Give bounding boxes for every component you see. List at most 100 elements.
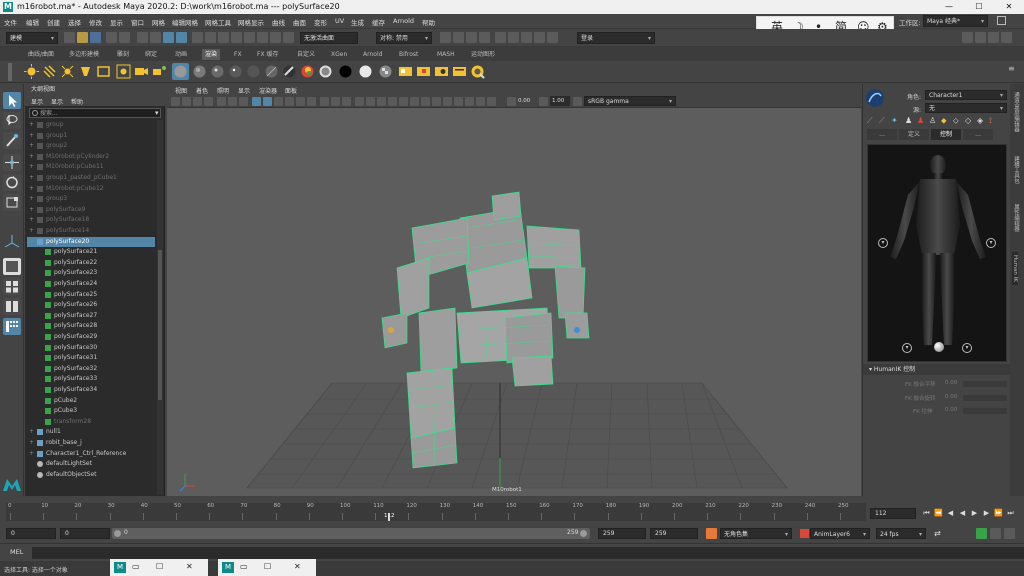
expand-toggle-icon[interactable]: +	[29, 152, 35, 163]
menu-uv[interactable]: UV	[335, 17, 344, 25]
modeling-toolkit-icon[interactable]	[962, 32, 973, 43]
outliner-row[interactable]: + Character1_Ctrl_Reference	[27, 449, 155, 460]
rotate-tool-icon[interactable]	[3, 174, 21, 191]
save-scene-icon[interactable]	[90, 32, 101, 43]
search-options-icon[interactable]: ▾	[155, 109, 159, 117]
wireframe-on-shaded-icon[interactable]	[252, 97, 261, 106]
select-dynamics-icon[interactable]	[257, 32, 268, 43]
lock-workspace-icon[interactable]	[997, 16, 1006, 25]
shadows-icon[interactable]	[307, 97, 316, 106]
render-current-icon[interactable]	[508, 32, 519, 43]
outliner-row[interactable]: polySurface25	[27, 290, 155, 301]
animation-end-field[interactable]: 259	[650, 528, 698, 539]
phong-e-icon[interactable]	[246, 64, 261, 79]
viewport-menu-show[interactable]: 显示	[238, 86, 250, 95]
attribute-editor-icon[interactable]	[975, 32, 986, 43]
outliner-row[interactable]: + group3	[27, 194, 155, 205]
pin-translate-icon[interactable]: ◇	[965, 116, 971, 125]
step-back-key-icon[interactable]: ⏪	[934, 509, 943, 518]
tab-custom[interactable]: 自定义	[294, 49, 318, 60]
blinn-icon[interactable]	[210, 64, 225, 79]
menu-windows[interactable]: 窗口	[131, 17, 144, 27]
select-joints-icon[interactable]	[205, 32, 216, 43]
motion-blur-icon[interactable]	[331, 97, 340, 106]
point-light-icon[interactable]	[60, 64, 75, 79]
shelf-options-icon[interactable]	[8, 63, 12, 81]
outliner-row[interactable]: + robit_base_j	[27, 438, 155, 449]
bookmark-icon[interactable]	[193, 97, 202, 106]
maximize-button[interactable]: ☐	[964, 0, 994, 14]
minimized-window-2[interactable]: M ▭ ☐ ✕	[218, 559, 316, 576]
scrollbar-thumb[interactable]	[158, 250, 162, 400]
shelf-menu-icon[interactable]: ≡	[1008, 64, 1017, 73]
menu-select[interactable]: 选择	[68, 17, 81, 27]
tab-hik-prev[interactable]: ...	[867, 129, 897, 140]
outliner-row[interactable]: transform28	[27, 417, 155, 428]
source-dropdown[interactable]: 无 ▾	[925, 103, 1007, 113]
expand-toggle-icon[interactable]: +	[29, 131, 35, 142]
outliner-row[interactable]: polySurface30	[27, 343, 155, 354]
outliner-row[interactable]: + group	[27, 120, 155, 131]
hips-effector-icon[interactable]	[934, 342, 944, 352]
camera-attributes-icon[interactable]	[182, 97, 191, 106]
menu-arnold[interactable]: Arnold	[393, 17, 414, 25]
tab-arnold[interactable]: Arnold	[360, 49, 385, 60]
ipr-render-icon[interactable]	[521, 32, 532, 43]
fk-stretch-slider[interactable]	[963, 408, 1007, 414]
outliner-row[interactable]: + M10robot:pCylinder2	[27, 152, 155, 163]
anim-layer-dropdown[interactable]: AnimLayer6 ▾	[810, 528, 870, 539]
undo-icon[interactable]	[106, 32, 117, 43]
body-part-icon[interactable]: ✦	[891, 116, 898, 125]
tab-bifrost[interactable]: Bifrost	[396, 49, 421, 60]
area-light-icon[interactable]	[96, 64, 111, 79]
xray-joints-icon[interactable]	[377, 97, 386, 106]
outliner-row[interactable]: polySurface32	[27, 364, 155, 375]
current-time-indicator[interactable]: 112	[384, 503, 395, 521]
tab-poly-modeling[interactable]: 多边形建模	[66, 49, 102, 60]
workspace-dropdown[interactable]: Maya 经典* ▾	[923, 15, 988, 27]
loop-icon[interactable]: ⇄	[934, 528, 945, 539]
animation-start-field[interactable]: 0	[6, 528, 56, 539]
snap-point-icon[interactable]	[466, 32, 477, 43]
expand-toggle-icon[interactable]: +	[29, 449, 35, 460]
menu-help[interactable]: 帮助	[422, 17, 435, 27]
outliner-row[interactable]: polySurface28	[27, 321, 155, 332]
tab-fx-caching[interactable]: FX 缓存	[254, 49, 281, 60]
hierarchy-mode-icon[interactable]	[137, 32, 148, 43]
outliner-row[interactable]: polySurface31	[27, 353, 155, 364]
hypershade-shelf-icon[interactable]	[470, 64, 485, 79]
outliner-row[interactable]: + null1	[27, 427, 155, 438]
viewport-panel[interactable]: 视图 着色 照明 显示 渲染器 面板 0.00 1.00 sRGB gamma …	[167, 84, 861, 496]
render-settings-shelf-icon[interactable]	[434, 64, 449, 79]
side-tab-humanik[interactable]: Human IK	[1012, 252, 1018, 285]
menu-mesh[interactable]: 网格	[152, 17, 165, 27]
ambient-occlusion-icon[interactable]	[320, 97, 329, 106]
select-curves-icon[interactable]	[218, 32, 229, 43]
step-forward-key-icon[interactable]: ⏩	[994, 509, 1003, 518]
expand-toggle-icon[interactable]: +	[29, 141, 35, 152]
render-view-icon[interactable]	[495, 32, 506, 43]
tab-rendering[interactable]: 渲染	[202, 49, 221, 60]
select-by-type-icon[interactable]	[176, 32, 187, 43]
selection-only-icon[interactable]: ♟	[917, 116, 924, 125]
outliner-row[interactable]: + polySurface18	[27, 215, 155, 226]
four-pane-layout-icon[interactable]	[3, 278, 21, 295]
select-camera-icon[interactable]	[171, 97, 180, 106]
stance-pose-icon[interactable]: ♙	[929, 116, 936, 125]
menu-edit[interactable]: 编辑	[26, 17, 39, 27]
batch-render-icon[interactable]	[452, 64, 467, 79]
scene-3d-view[interactable]	[167, 108, 861, 496]
resolution-gate-icon[interactable]	[239, 97, 248, 106]
step-back-frame-icon[interactable]: ◀	[946, 509, 955, 518]
outliner-row[interactable]: defaultLightSet	[27, 459, 155, 470]
ambient-light-icon[interactable]	[24, 64, 39, 79]
animation-preferences-icon[interactable]	[1004, 528, 1015, 539]
menu-modify[interactable]: 修改	[89, 17, 102, 27]
command-input[interactable]	[32, 547, 1024, 559]
outliner-row[interactable]: + M10robot:pCube11	[27, 162, 155, 173]
single-pane-layout-icon[interactable]	[3, 258, 21, 275]
full-body-icon[interactable]: ♟	[905, 116, 912, 125]
menu-mesh-display[interactable]: 网格显示	[238, 17, 264, 27]
minimized-window-1[interactable]: M ▭ ☐ ✕	[110, 559, 208, 576]
right-hand-effector-icon[interactable]: ▾	[986, 238, 996, 248]
